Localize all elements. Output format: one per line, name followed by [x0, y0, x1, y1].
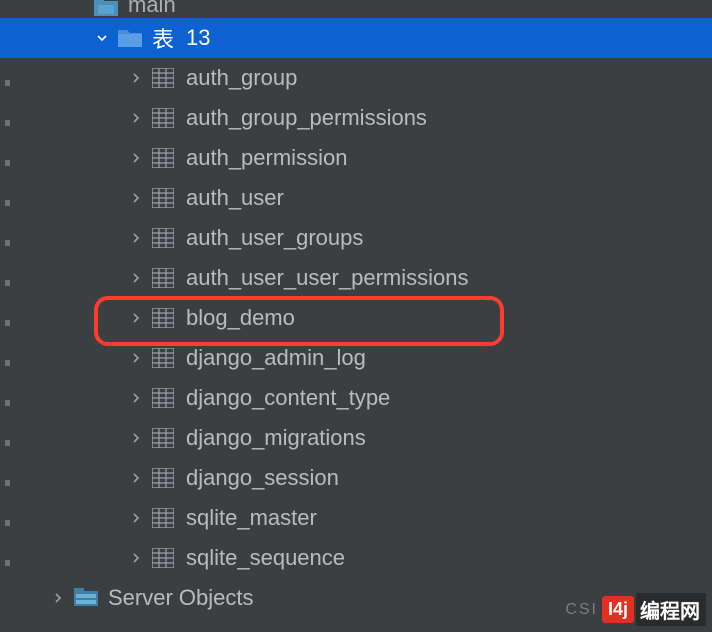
chevron-right-icon[interactable]	[128, 510, 144, 526]
table-icon	[152, 188, 174, 208]
tree-item-label: auth_user	[186, 185, 284, 211]
table-icon	[152, 388, 174, 408]
tree-item-table[interactable]: auth_user_groups	[0, 218, 712, 258]
chevron-right-icon[interactable]	[128, 430, 144, 446]
tree-item-table[interactable]: sqlite_sequence	[0, 538, 712, 578]
tree-item-tables-folder[interactable]: 表 13	[0, 18, 712, 58]
tree-item-label: auth_group	[186, 65, 297, 91]
chevron-right-icon[interactable]	[128, 270, 144, 286]
watermark: CSI I4j 编程网	[565, 593, 706, 626]
tree-item-table[interactable]: django_migrations	[0, 418, 712, 458]
table-icon	[152, 548, 174, 568]
chevron-right-icon[interactable]	[128, 230, 144, 246]
tree-item-table[interactable]: sqlite_master	[0, 498, 712, 538]
tree-item-table[interactable]: auth_permission	[0, 138, 712, 178]
tree-item-label: sqlite_sequence	[186, 545, 345, 571]
tree-item-label: auth_permission	[186, 145, 347, 171]
table-icon	[152, 68, 174, 88]
table-icon	[152, 348, 174, 368]
tree-item-table[interactable]: auth_group	[0, 58, 712, 98]
table-icon	[152, 428, 174, 448]
tree-item-table[interactable]: django_session	[0, 458, 712, 498]
chevron-right-icon[interactable]	[128, 190, 144, 206]
table-icon	[152, 108, 174, 128]
tree-item-label: django_migrations	[186, 425, 366, 451]
tree-item-label: auth_user_user_permissions	[186, 265, 469, 291]
tree-item-count: 13	[186, 25, 210, 51]
tree-item-label: auth_user_groups	[186, 225, 363, 251]
tree-item-label: main	[128, 0, 176, 18]
tree-item-main[interactable]: main	[0, 0, 712, 18]
tree-item-table[interactable]: auth_user	[0, 178, 712, 218]
tree-item-table[interactable]: blog_demo	[0, 298, 712, 338]
chevron-right-icon[interactable]	[128, 390, 144, 406]
chevron-right-icon[interactable]	[128, 110, 144, 126]
gutter-marks	[5, 0, 11, 632]
tree-item-label: auth_group_permissions	[186, 105, 427, 131]
chevron-right-icon[interactable]	[128, 550, 144, 566]
chevron-right-icon[interactable]	[128, 150, 144, 166]
table-icon	[152, 468, 174, 488]
table-icon	[152, 268, 174, 288]
chevron-right-icon[interactable]	[128, 470, 144, 486]
tree-item-table[interactable]: django_admin_log	[0, 338, 712, 378]
schema-icon	[94, 0, 118, 18]
tree-item-table[interactable]: auth_group_permissions	[0, 98, 712, 138]
watermark-prefix: CSI	[565, 601, 598, 619]
table-icon	[152, 228, 174, 248]
server-objects-icon	[74, 588, 98, 608]
tree-item-label: Server Objects	[108, 585, 254, 611]
chevron-right-icon[interactable]	[128, 350, 144, 366]
chevron-right-icon[interactable]	[128, 70, 144, 86]
chevron-down-icon[interactable]	[94, 30, 110, 46]
chevron-right-icon[interactable]	[50, 590, 66, 606]
database-tree: main 表 13 auth_group auth_group_permissio…	[0, 0, 712, 618]
tree-item-label: django_content_type	[186, 385, 390, 411]
tree-item-label: django_session	[186, 465, 339, 491]
tree-item-label: django_admin_log	[186, 345, 366, 371]
tree-item-label: 表	[152, 22, 174, 54]
tree-item-label: blog_demo	[186, 305, 295, 331]
watermark-badge: I4j	[602, 596, 634, 623]
folder-icon	[118, 28, 142, 48]
chevron-right-icon[interactable]	[128, 310, 144, 326]
table-icon	[152, 148, 174, 168]
tree-item-table[interactable]: django_content_type	[0, 378, 712, 418]
watermark-text: 编程网	[636, 593, 706, 626]
table-icon	[152, 508, 174, 528]
tree-item-table[interactable]: auth_user_user_permissions	[0, 258, 712, 298]
tree-item-label: sqlite_master	[186, 505, 317, 531]
table-icon	[152, 308, 174, 328]
